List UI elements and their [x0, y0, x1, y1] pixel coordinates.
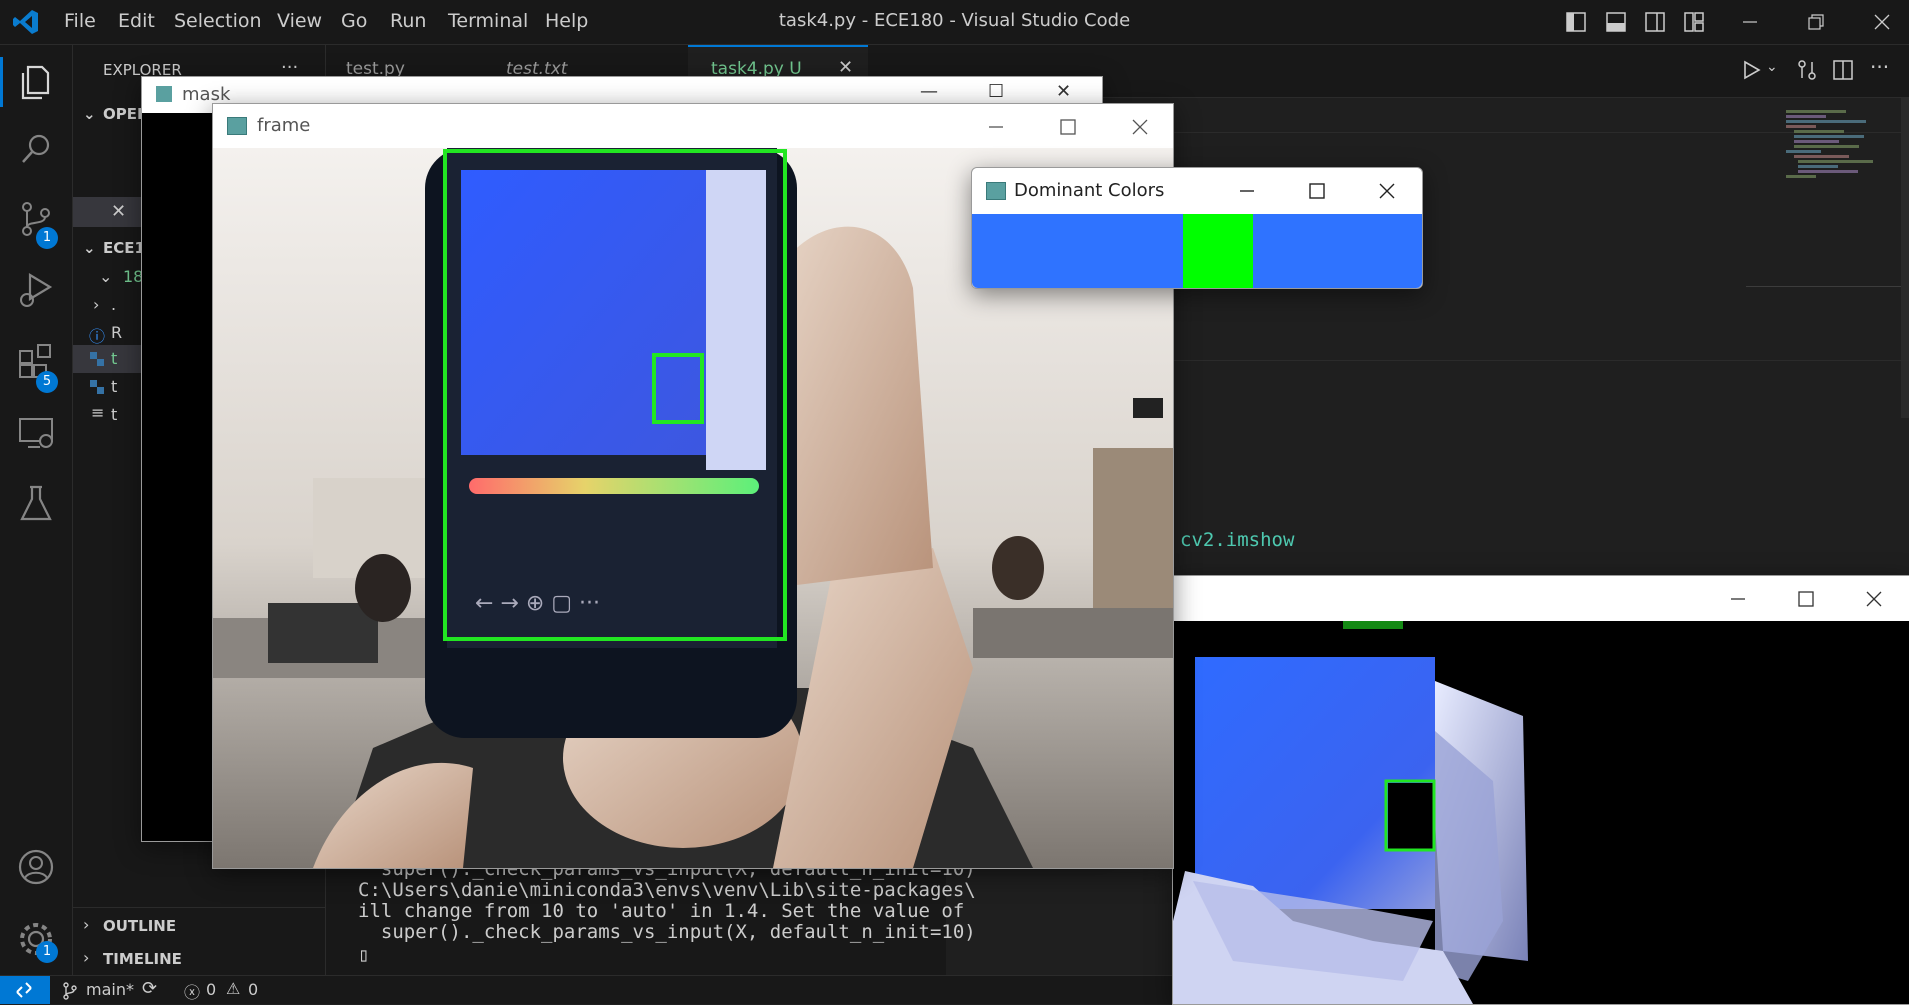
close-icon[interactable] [1865, 590, 1883, 608]
maximize-icon[interactable] [1059, 118, 1077, 136]
code-fragment: cv2.imshow [1180, 529, 1295, 551]
python-file-icon [90, 380, 104, 394]
timeline-chevron-icon[interactable]: › [83, 948, 89, 967]
window-app-icon [156, 86, 172, 102]
timeline-header[interactable]: TIMELINE [103, 950, 182, 968]
file-item-test-txt[interactable]: t [111, 405, 117, 424]
explorer-icon[interactable] [14, 59, 58, 103]
remote-icon [16, 982, 32, 998]
minimap[interactable] [1786, 108, 1896, 278]
minimize-icon[interactable] [1740, 12, 1760, 32]
subfolder-chevron-icon[interactable]: ⌄ [99, 267, 112, 286]
explorer-more-icon[interactable]: ··· [281, 57, 298, 78]
split-editor-icon[interactable] [1832, 59, 1854, 81]
minimize-icon[interactable] [1238, 182, 1256, 200]
color-swatch-blue [1253, 214, 1422, 288]
active-indicator [0, 57, 3, 107]
settings-badge: 1 [36, 941, 58, 963]
workspace-folder[interactable]: ECE1 [103, 239, 145, 257]
customize-layout-icon[interactable] [1684, 12, 1704, 32]
divider [73, 907, 325, 908]
minimap-divider [1746, 286, 1906, 287]
title-bar: File Edit Selection View Go Run Terminal… [0, 0, 1909, 45]
window-title: frame [257, 115, 311, 136]
toggle-panel-icon[interactable] [1606, 12, 1626, 32]
minimize-icon[interactable] [1729, 590, 1747, 608]
open-editors-chevron-icon[interactable]: ⌄ [83, 105, 96, 123]
close-editor-icon[interactable]: ✕ [111, 201, 126, 222]
extensions-badge: 5 [36, 371, 58, 393]
maximize-icon[interactable] [1308, 182, 1326, 200]
errors-count[interactable]: 0 [206, 980, 216, 999]
sync-icon[interactable]: ⟳ [142, 978, 157, 999]
color-swatch-blue [972, 214, 1183, 288]
terminal-line: ill change from 10 to 'auto' in 1.4. Set… [358, 900, 965, 922]
svg-text:← → ⊕ ▢ ···: ← → ⊕ ▢ ··· [475, 591, 600, 616]
maximize-icon[interactable]: ☐ [988, 81, 1004, 102]
branch-name[interactable]: main* [86, 980, 134, 999]
outline-chevron-icon[interactable]: › [83, 915, 89, 934]
window-titlebar[interactable]: frame [213, 104, 1173, 148]
close-icon[interactable] [1378, 182, 1396, 200]
dominant-colors-window[interactable]: Dominant Colors [971, 167, 1423, 289]
remote-indicator[interactable] [0, 976, 50, 1004]
run-python-file-icon[interactable] [1740, 59, 1762, 81]
info-icon: ⓘ [89, 327, 106, 346]
accounts-icon[interactable] [14, 845, 58, 889]
warnings-icon[interactable]: ⚠ [226, 979, 240, 998]
window-title: Dominant Colors [1014, 180, 1165, 201]
python-file-icon [90, 352, 104, 366]
readme-item[interactable]: R [111, 323, 122, 342]
window-titlebar[interactable]: Dominant Colors [972, 168, 1422, 214]
file-item-task4[interactable]: t [111, 349, 117, 368]
collapsed-folder-chevron-icon[interactable]: › [93, 295, 99, 314]
window-app-icon [986, 182, 1006, 200]
folder-chevron-icon[interactable]: ⌄ [83, 239, 96, 257]
window-app-icon [227, 117, 247, 135]
file-item-test-py[interactable]: t [111, 377, 117, 396]
editor-scrollbar[interactable] [1901, 98, 1909, 418]
terminal-line: super()._check_params_vs_input(X, defaul… [358, 921, 976, 943]
errors-icon[interactable]: ⓧ [184, 979, 200, 1003]
terminal-panel[interactable]: super()._check_params_vs_input(X, defaul… [326, 858, 976, 975]
toggle-secondary-sidebar-icon[interactable] [1645, 12, 1665, 32]
terminal-line: C:\Users\danie\miniconda3\envs\venv\Lib\… [358, 879, 976, 901]
search-icon[interactable] [14, 127, 58, 171]
branch-icon [63, 982, 77, 1000]
masked-image [1173, 621, 1528, 1004]
window-titlebar[interactable] [1173, 576, 1909, 621]
close-window-icon[interactable] [1872, 12, 1892, 32]
remote-explorer-icon[interactable] [14, 411, 58, 455]
open-changes-icon[interactable] [1796, 59, 1818, 81]
maximize-icon[interactable] [1797, 590, 1815, 608]
outline-header[interactable]: OUTLINE [103, 917, 176, 935]
window-title: mask [182, 84, 231, 105]
minimize-icon[interactable] [987, 118, 1005, 136]
close-icon[interactable]: ✕ [1056, 81, 1071, 102]
restore-icon[interactable] [1806, 12, 1826, 32]
warnings-count[interactable]: 0 [248, 980, 258, 999]
close-icon[interactable] [1131, 118, 1149, 136]
dominant-color-swatches [972, 214, 1422, 288]
toggle-primary-sidebar-icon[interactable] [1566, 12, 1586, 32]
minimize-icon[interactable]: — [920, 81, 938, 102]
activity-bar: 1 5 1 [0, 45, 73, 975]
collapsed-folder[interactable]: . [111, 295, 116, 314]
tab-close-icon[interactable]: ✕ [838, 57, 853, 78]
mask-preview-window[interactable] [1172, 575, 1909, 1005]
terminal-cursor: ▯ [358, 944, 370, 966]
more-actions-icon[interactable]: ··· [1870, 55, 1889, 79]
run-debug-icon[interactable] [14, 267, 58, 311]
text-file-icon: ≡ [91, 403, 105, 422]
run-dropdown-chevron-icon[interactable]: ⌄ [1766, 59, 1778, 75]
source-control-badge: 1 [36, 227, 58, 249]
testing-icon[interactable] [14, 481, 58, 525]
color-swatch-green [1183, 214, 1253, 288]
